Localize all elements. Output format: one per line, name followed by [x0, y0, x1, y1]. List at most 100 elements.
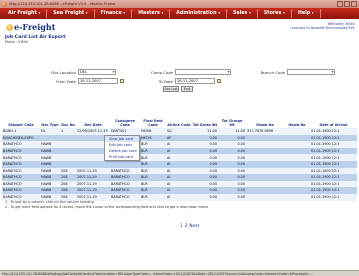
table-cell[interactable]: NOACHINEA-EXPO — [2, 134, 40, 142]
table-cell[interactable]: HAWB — [40, 180, 60, 188]
table-cell[interactable]: HKSIN — [140, 128, 166, 135]
table-row[interactable]: BARATHCO HAWB BLR AI 0.00 0.00 01-01-1900 12:1 — [2, 160, 357, 168]
column-header[interactable]: Tot Gross Wt — [192, 112, 218, 128]
table-cell[interactable]: 0.00 — [218, 141, 246, 148]
table-cell[interactable]: 01-01-1900 12:1 — [310, 134, 357, 142]
table-cell[interactable]: 208 — [60, 174, 76, 181]
table-cell[interactable]: 11.00 — [218, 128, 246, 135]
table-cell[interactable]: 0.00 — [192, 174, 218, 181]
table-cell[interactable]: 01-01-1900 12:1 — [310, 160, 357, 168]
table-cell[interactable]: AI — [166, 160, 192, 168]
table-cell[interactable]: 01-01-1900 12:1 — [310, 174, 357, 181]
table-cell[interactable]: BARATHCO — [2, 154, 40, 161]
menu-administration[interactable]: Administration ▾ — [170, 9, 227, 18]
column-header[interactable]: Doc Date — [76, 112, 110, 128]
table-cell[interactable]: AI — [166, 187, 192, 194]
table-cell[interactable] — [110, 160, 140, 168]
table-cell[interactable]: 2007-11-19 — [76, 174, 110, 181]
menu-sales[interactable]: Sales ▾ — [227, 9, 258, 18]
table-cell[interactable]: BARATHCO — [110, 174, 140, 181]
column-header[interactable]: Doc Type — [40, 112, 60, 128]
table-cell[interactable]: 01-01-1900 12:1 — [310, 180, 357, 188]
page-2-link[interactable]: 2 — [185, 223, 188, 228]
table-cell[interactable]: HAWB — [40, 154, 60, 161]
table-cell[interactable] — [284, 128, 310, 135]
table-cell[interactable] — [284, 174, 310, 181]
menu-sea-freight[interactable]: Sea Freight ▾ — [47, 9, 95, 18]
table-cell[interactable] — [284, 193, 310, 201]
table-row[interactable]: BARATHCO HAWB 208 2007-11-19 BARATHCO BLR AI 0.… — [2, 174, 357, 181]
table-cell[interactable]: BARATHCO — [110, 187, 140, 194]
to-date-input[interactable]: 26-11-2007 — [175, 78, 215, 84]
table-cell[interactable]: 1 — [60, 128, 76, 135]
menu-help[interactable]: Help ▾ — [292, 9, 321, 18]
doc-location-select[interactable]: DEL — [78, 69, 116, 75]
table-cell[interactable]: 01-01-1900 12:1 — [310, 193, 357, 201]
table-cell[interactable] — [246, 147, 284, 155]
table-cell[interactable]: BARATHCO — [2, 141, 40, 148]
table-cell[interactable]: AI — [166, 174, 192, 181]
table-cell[interactable]: AI — [166, 141, 192, 148]
table-cell[interactable]: BLR — [140, 154, 166, 161]
minimize-icon[interactable] — [337, 1, 343, 7]
table-cell[interactable]: HAWB — [40, 187, 60, 194]
table-cell[interactable]: 317-7878 9899 — [246, 128, 284, 135]
print-job-card-item[interactable]: Print Job card — [105, 154, 139, 160]
menu-stores[interactable]: Stores ▾ — [258, 9, 292, 18]
table-cell[interactable]: SQ — [166, 128, 192, 135]
table-cell[interactable]: BARATHCO — [2, 160, 40, 168]
column-header[interactable]: Final Dest Code — [140, 112, 166, 128]
table-cell[interactable]: BLR — [140, 147, 166, 155]
table-row[interactable]: BARATHCO HAWB 208 2007-11-19 BARATHCO BLR AI 0.… — [2, 180, 357, 188]
table-cell[interactable]: 208 — [60, 187, 76, 194]
table-cell[interactable]: 0.00 — [218, 134, 246, 142]
calendar-icon[interactable] — [119, 78, 124, 83]
table-cell[interactable]: 0.00 — [192, 180, 218, 188]
table-cell[interactable]: BLR — [140, 160, 166, 168]
table-cell[interactable] — [246, 187, 284, 194]
table-cell[interactable]: BLR — [140, 167, 166, 175]
table-cell[interactable] — [246, 174, 284, 181]
comp-code-select[interactable] — [175, 69, 231, 75]
table-cell[interactable] — [246, 154, 284, 161]
table-cell[interactable]: 01-01-1900 12:1 — [310, 167, 357, 175]
table-cell[interactable]: BARATHCO — [110, 180, 140, 188]
table-cell[interactable]: BLR — [140, 180, 166, 188]
table-cell[interactable]: BARATHCO — [2, 180, 40, 188]
table-cell[interactable]: 0.00 — [218, 174, 246, 181]
table-cell[interactable] — [40, 134, 60, 142]
table-cell[interactable] — [60, 141, 76, 148]
table-cell[interactable]: HKCHI — [140, 134, 166, 142]
table-cell[interactable]: 0.00 — [218, 187, 246, 194]
table-cell[interactable] — [246, 180, 284, 188]
table-cell[interactable]: 01-01-1900 12:1 — [310, 147, 357, 155]
table-cell[interactable] — [60, 154, 76, 161]
table-cell[interactable]: 0.00 — [218, 180, 246, 188]
table-cell[interactable]: 01-01-1900 12:1 — [310, 141, 357, 148]
table-row[interactable]: BARATHCO HAWB BLR AI 0.00 0.00 01-01-1900 12:1 — [2, 141, 357, 148]
table-cell[interactable]: AF — [166, 134, 192, 142]
table-cell[interactable]: 0.00 — [192, 141, 218, 148]
table-cell[interactable]: AI — [166, 147, 192, 155]
table-cell[interactable]: 11.00 — [192, 128, 218, 135]
table-cell[interactable]: DART001 — [110, 128, 140, 135]
branch-code-select[interactable] — [287, 69, 335, 75]
table-cell[interactable]: 0.00 — [192, 160, 218, 168]
table-cell[interactable]: 0.00 — [192, 193, 218, 201]
table-cell[interactable]: BLR — [140, 193, 166, 201]
exit-button[interactable]: Exit — [181, 86, 193, 92]
table-cell[interactable]: BGNH-1 — [2, 128, 40, 135]
table-row[interactable]: BARATHCO HAWB 208 2007-11-19 BARATHCO BLR AI 0.… — [2, 167, 357, 175]
table-cell[interactable] — [60, 160, 76, 168]
maximize-icon[interactable] — [344, 1, 350, 7]
table-cell[interactable] — [284, 187, 310, 194]
table-cell[interactable]: BLR — [140, 174, 166, 181]
column-header[interactable]: Hawb No — [284, 112, 310, 128]
table-cell[interactable]: 2007-11-19 — [76, 187, 110, 194]
table-cell[interactable] — [246, 193, 284, 201]
table-cell[interactable]: 0.00 — [218, 193, 246, 201]
table-cell[interactable]: 0.00 — [192, 187, 218, 194]
column-header[interactable]: Consignee Code — [110, 112, 140, 128]
table-cell[interactable]: 208 — [60, 180, 76, 188]
table-cell[interactable]: BARATHCO — [110, 167, 140, 175]
